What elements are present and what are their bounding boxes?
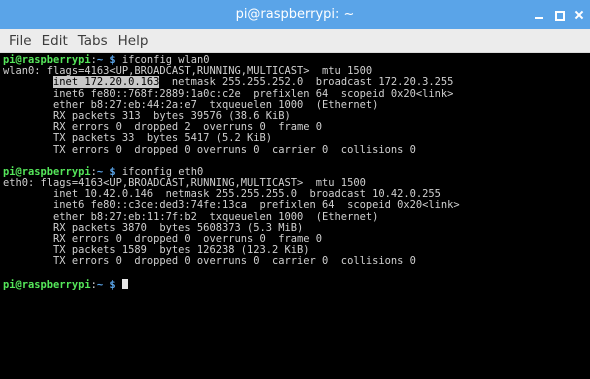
command-line[interactable]: pi@raspberrypi:~ $ [3,278,590,291]
output-line: TX errors 0 dropped 0 overruns 0 carrier… [3,143,416,156]
title-bar[interactable]: pi@raspberrypi: ~ [0,0,590,29]
minimize-icon[interactable] [532,8,546,22]
prompt-dollar: $ [103,278,122,291]
text-cursor [121,278,128,289]
output-line: inet 172.20.0.163 netmask 255.255.252.0 … [3,76,590,89]
maximize-icon[interactable] [552,8,566,22]
menu-edit[interactable]: Edit [37,33,73,49]
terminal-window: pi@raspberrypi: ~ File Edit Tabs Help pi… [0,0,590,379]
output-text: netmask 255.255.252.0 broadcast 172.20.3… [159,76,454,89]
command-text: ifconfig wlan0 [121,54,210,66]
prompt-user: pi@raspberrypi [3,165,91,178]
command-text: ifconfig eth0 [121,165,204,178]
selected-text[interactable]: inet 172.20.0.163 [53,76,160,89]
prompt-dollar: $ [103,54,122,66]
window-controls [532,0,586,29]
prompt-user: pi@raspberrypi [3,278,91,291]
menu-help[interactable]: Help [113,33,154,49]
prompt-user: pi@raspberrypi [3,54,91,66]
close-icon[interactable] [572,8,586,22]
window-title: pi@raspberrypi: ~ [235,7,355,22]
output-line: TX errors 0 dropped 0 overruns 0 carrier… [3,255,416,268]
output-line: inet6 fe80::c3ce:ded3:74fe:13ca prefixle… [3,199,460,212]
menu-tabs[interactable]: Tabs [73,33,113,49]
terminal-output[interactable]: pi@raspberrypi:~ $ ifconfig wlan0 wlan0:… [0,53,590,379]
menu-bar: File Edit Tabs Help [0,29,590,53]
prompt-dollar: $ [103,165,122,178]
output-line: TX packets 33 bytes 5417 (5.2 KiB) [3,132,272,145]
menu-file[interactable]: File [4,33,37,49]
